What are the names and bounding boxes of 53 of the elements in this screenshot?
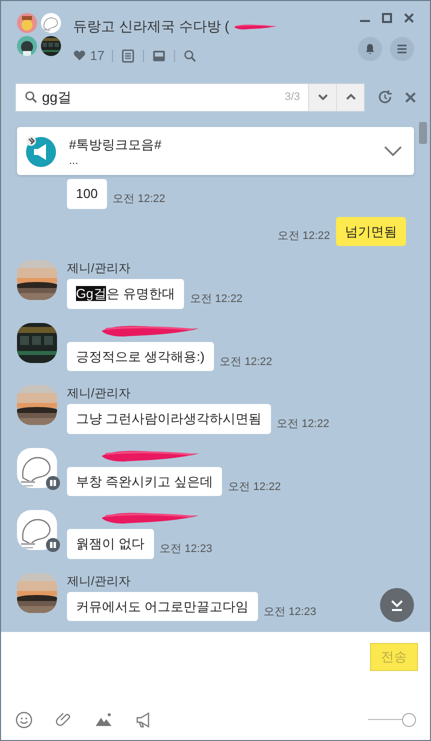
message-time: 오전 12:22 (220, 354, 272, 370)
chevron-down-icon[interactable] (384, 146, 402, 156)
bell-icon (364, 43, 376, 55)
zoom-slider[interactable] (368, 713, 416, 727)
menu-button[interactable] (390, 37, 414, 61)
notes-icon[interactable] (121, 48, 136, 63)
message-bubble: 부창 즉완시키고 싶은데 (67, 466, 222, 496)
sender-name: 제니/관리자 (67, 260, 132, 276)
sender-name: 제니/관리자 (67, 572, 132, 588)
message-time: 오전 12:22 (277, 228, 330, 244)
search-bar[interactable]: gg걸 3/3 (15, 82, 365, 112)
message-time: 오전 12:22 (228, 480, 281, 494)
paperclip-icon[interactable] (55, 711, 73, 729)
message-time: 오전 12:22 (112, 192, 166, 207)
menu-icon (396, 43, 408, 55)
message-time: 오전 12:23 (264, 604, 316, 620)
message-time: 오전 12:22 (276, 417, 330, 432)
message-bubble: 넘기면됨 (336, 216, 406, 246)
previous-match-button[interactable] (336, 84, 364, 110)
close-icon[interactable] (404, 13, 414, 23)
message-time: 오전 12:22 (190, 292, 243, 307)
message-bubble: 그냥 그런사람이라생각하시면됨 (67, 404, 271, 434)
search-icon[interactable] (183, 48, 198, 63)
sender-name: 제니/관리자 (67, 385, 132, 401)
notice-preview: ... (69, 154, 80, 167)
message-bubble: 100 (67, 179, 107, 208)
message-bubble: 긍정적으로 생각해용:) (67, 342, 214, 371)
close-icon[interactable] (405, 92, 416, 102)
inbox-icon[interactable] (152, 48, 166, 63)
chat-title: 듀랑고 신라제국 수다방 ( (73, 17, 230, 36)
emoji-icon[interactable] (15, 711, 33, 729)
maximize-icon[interactable] (382, 13, 392, 23)
match-count: 3/3 (284, 90, 300, 105)
notice-banner[interactable]: #톡방링크모음# ... (17, 127, 414, 175)
scroll-to-bottom-button[interactable] (380, 588, 414, 622)
megaphone-icon (25, 135, 57, 167)
message-time: 오전 12:23 (160, 542, 212, 557)
scrollbar-thumb[interactable] (419, 122, 427, 144)
like-count: 17 (90, 47, 104, 65)
download-icon (390, 598, 404, 612)
search-field[interactable]: gg걸 (42, 86, 285, 108)
search-icon (24, 90, 38, 104)
image-icon[interactable] (95, 711, 113, 729)
message-bubble: 커뮤에서도 어그로만끌고다임 (67, 592, 258, 621)
notification-button[interactable] (358, 37, 382, 61)
chevron-down-icon (318, 92, 328, 102)
notice-title: #톡방링크모음# (69, 136, 162, 154)
next-match-button[interactable] (308, 84, 336, 110)
message-bubble: 웕잼이 없다 (67, 529, 154, 558)
heart-icon (73, 49, 86, 62)
chevron-up-icon (346, 92, 356, 102)
message-bubble: Gg걸은 유명한대 (67, 279, 184, 308)
history-icon[interactable] (377, 89, 393, 105)
